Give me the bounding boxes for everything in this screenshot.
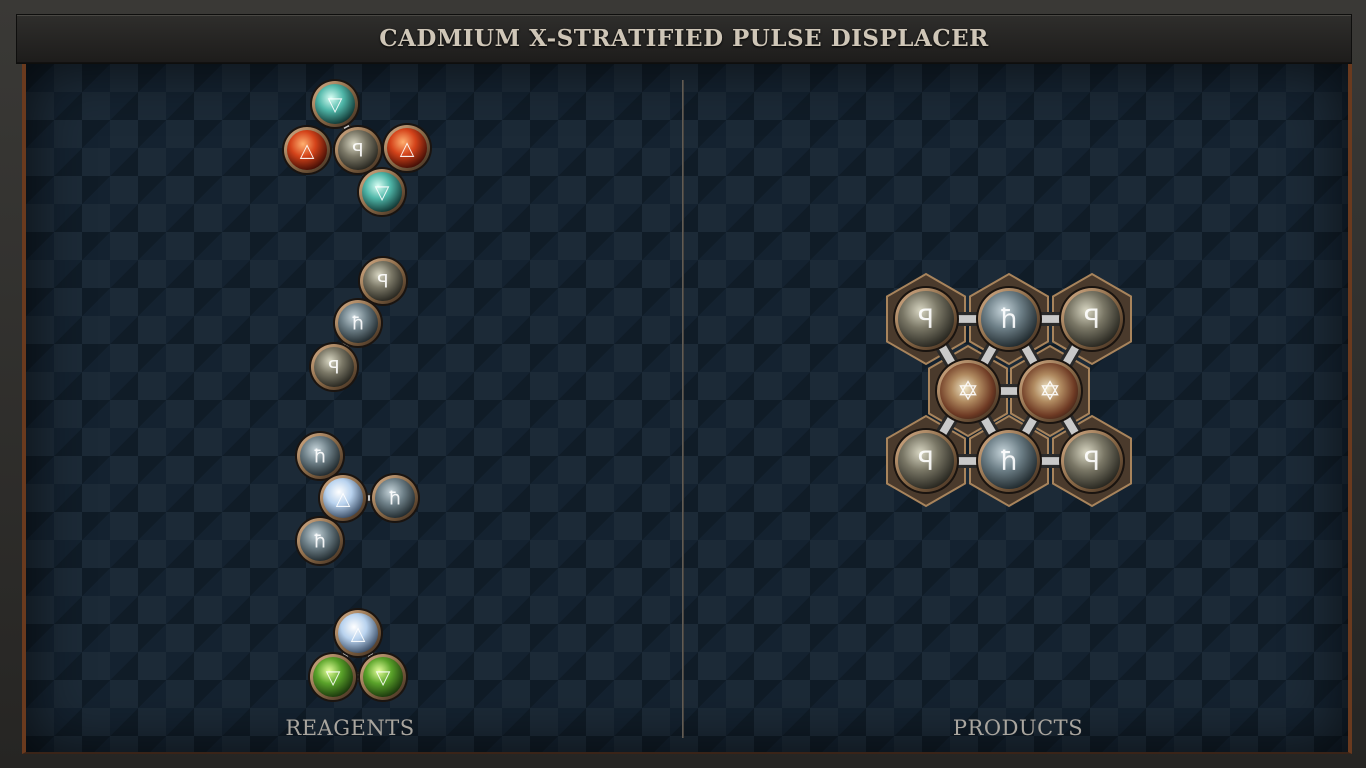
salt-atom: ꟼ bbox=[1059, 428, 1125, 494]
lead-atom: ħ bbox=[333, 298, 383, 348]
salt-glyph-icon: ꟼ bbox=[918, 304, 934, 335]
quintessence-atom: ✡ bbox=[1017, 358, 1083, 424]
lead-atom: ħ bbox=[976, 286, 1042, 352]
products-label: PRODUCTS bbox=[952, 716, 1084, 740]
salt-atom: ꟼ bbox=[893, 286, 959, 352]
salt-atom: ꟼ bbox=[333, 125, 383, 175]
quintessence-glyph-icon: ✡ bbox=[1039, 376, 1061, 407]
salt-atom: ꟼ bbox=[358, 256, 408, 306]
reagent-3[interactable]: ħ △ ħ ħ bbox=[295, 431, 420, 566]
lead-glyph-icon: ħ bbox=[351, 312, 364, 334]
salt-atom: ꟼ bbox=[893, 428, 959, 494]
salt-glyph-icon: ꟼ bbox=[377, 270, 388, 292]
lead-atom: ħ bbox=[370, 473, 420, 523]
lead-glyph-icon: ħ bbox=[313, 445, 326, 467]
lead-atom: ħ bbox=[295, 516, 345, 566]
salt-glyph-icon: ꟼ bbox=[328, 356, 339, 378]
salt-atom: ꟼ bbox=[1059, 286, 1125, 352]
salt-glyph-icon: ꟼ bbox=[918, 446, 934, 477]
reagents-label: REAGENTS bbox=[285, 716, 415, 740]
earth-glyph-icon: ▽ bbox=[376, 666, 391, 688]
salt-glyph-icon: ꟼ bbox=[1084, 446, 1100, 477]
reagent-4[interactable]: △ ▽ ▽ bbox=[308, 608, 408, 702]
lead-atom: ħ bbox=[976, 428, 1042, 494]
earth-glyph-icon: ▽ bbox=[326, 666, 341, 688]
salt-glyph-icon: ꟼ bbox=[352, 139, 363, 161]
salt-atom: ꟼ bbox=[309, 342, 359, 392]
lead-glyph-icon: ħ bbox=[1000, 304, 1018, 335]
salt-glyph-icon: ꟼ bbox=[1084, 304, 1100, 335]
water-glyph-icon: ▽ bbox=[375, 181, 390, 203]
bonds-layer bbox=[315, 99, 1132, 682]
earth-atom: ▽ bbox=[308, 652, 358, 702]
lead-glyph-icon: ħ bbox=[313, 530, 326, 552]
fire-atom: △ bbox=[282, 125, 332, 175]
air-glyph-icon: △ bbox=[351, 622, 366, 644]
molecules-layer: ▽△ ꟼ △▽ꟼħꟼħ△ ħħ△▽ ▽ꟼ ħ ꟼ✡ ✡ꟼ ħ ꟼ bbox=[282, 79, 1132, 702]
fire-glyph-icon: △ bbox=[400, 137, 415, 159]
lead-glyph-icon: ħ bbox=[388, 487, 401, 509]
quintessence-atom: ✡ bbox=[935, 358, 1001, 424]
water-atom: ▽ bbox=[310, 79, 360, 129]
reagent-2[interactable]: ꟼħꟼ bbox=[309, 256, 408, 392]
water-glyph-icon: ▽ bbox=[328, 93, 343, 115]
fire-glyph-icon: △ bbox=[300, 139, 315, 161]
air-atom: △ bbox=[333, 608, 383, 658]
fire-atom: △ bbox=[382, 123, 432, 173]
quintessence-glyph-icon: ✡ bbox=[957, 376, 979, 407]
earth-atom: ▽ bbox=[358, 652, 408, 702]
water-atom: ▽ bbox=[357, 167, 407, 217]
reagent-1[interactable]: ▽ △ ꟼ △ ▽ bbox=[282, 79, 432, 217]
lead-atom: ħ bbox=[295, 431, 345, 481]
lead-glyph-icon: ħ bbox=[1000, 446, 1018, 477]
air-glyph-icon: △ bbox=[336, 487, 351, 509]
atoms-layer: ▽△ ꟼ △▽ꟼħꟼħ△ ħħ△▽ ▽ꟼ ħ ꟼ✡ ✡ꟼ ħ ꟼ bbox=[282, 79, 1125, 702]
air-atom: △ bbox=[318, 473, 368, 523]
